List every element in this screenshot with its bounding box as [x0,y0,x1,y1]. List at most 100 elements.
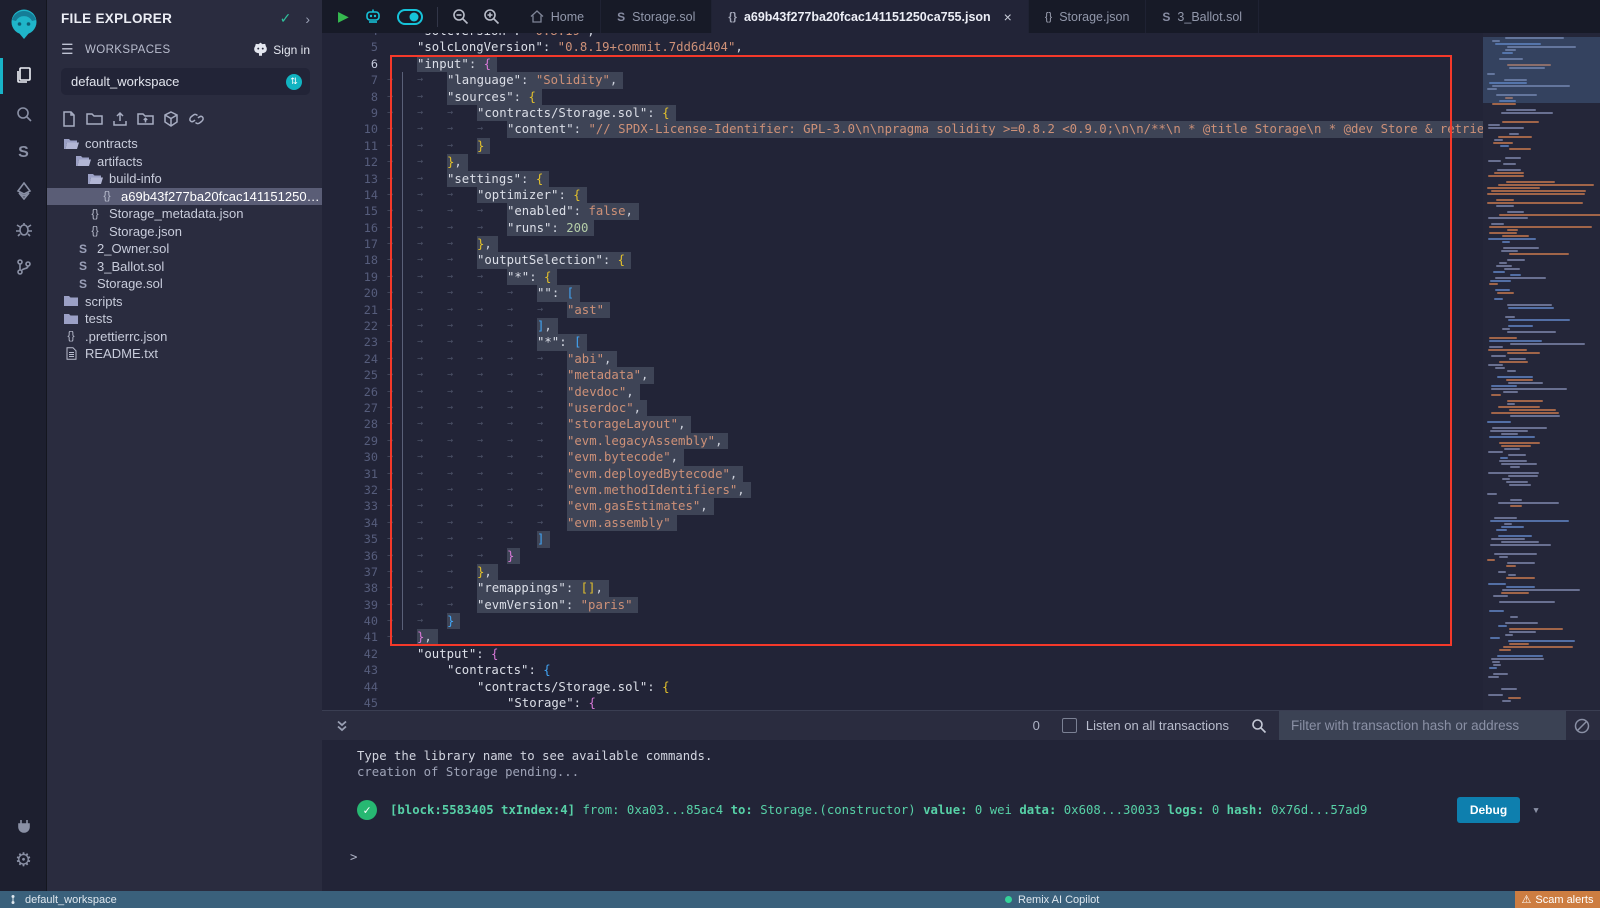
code-line[interactable]: 30→→→→→→"evm.bytecode", [322,449,1483,465]
code-line[interactable]: 14→→→"optimizer": { [322,187,1483,203]
code-line[interactable]: 45"Storage": { [322,695,1483,710]
sidebar-item-settings[interactable]: ⚙ [0,843,47,877]
upload-folder-icon[interactable] [137,111,154,127]
box-icon[interactable] [163,111,179,127]
code-line[interactable]: 40→→} [322,613,1483,629]
code-line[interactable]: 28→→→→→→"storageLayout", [322,416,1483,432]
code-line[interactable]: 35→→→→→] [322,531,1483,547]
code-line[interactable]: 37→→→}, [322,564,1483,580]
sidebar-item-plugin-manager[interactable] [0,809,47,843]
tab-home[interactable]: Home [514,0,601,33]
code-line[interactable]: 11→→→} [322,138,1483,154]
code-line[interactable]: 23→→→→→"*": [ [322,334,1483,350]
minimap-viewport[interactable] [1483,37,1600,103]
code-line[interactable]: 34→→→→→→"evm.assembly" [322,515,1483,531]
file-tree-item[interactable]: tests [47,310,322,328]
terminal-prompt[interactable]: > [350,850,357,864]
code-line[interactable]: 32→→→→→→"evm.methodIdentifiers", [322,482,1483,498]
tab-a69b43f277ba20fcac141151250ca755-json[interactable]: {}a69b43f277ba20fcac141151250ca755.json× [712,0,1028,33]
terminal-output[interactable]: Type the library name to see available c… [322,740,1600,891]
scam-alerts-button[interactable]: ⚠ Scam alerts [1515,891,1600,908]
listen-all-checkbox[interactable] [1062,718,1077,733]
code-line[interactable]: 33→→→→→→"evm.gasEstimates", [322,498,1483,514]
code-line[interactable]: 16→→→→"runs": 200 [322,220,1483,236]
tab-3-ballot-sol[interactable]: S3_Ballot.sol [1146,0,1259,33]
file-tree-item[interactable]: {}.prettierrc.json [47,328,322,346]
expand-tx-chevron-icon[interactable]: ▾ [1532,803,1540,818]
code-line[interactable]: 5"solcLongVersion": "0.8.19+commit.7dd6d… [322,39,1483,55]
code-line[interactable]: 27→→→→→→"userdoc", [322,400,1483,416]
hamburger-menu-icon[interactable]: ☰ [61,41,75,58]
workspace-selector[interactable]: default_workspace ⇅ [61,68,310,95]
code-line[interactable]: 25→→→→→→"metadata", [322,367,1483,383]
code-line[interactable]: 21→→→→→→"ast" [322,302,1483,318]
tab-storage-json[interactable]: {}Storage.json [1029,0,1147,33]
file-tree-item[interactable]: contracts [47,135,322,153]
code-line[interactable]: 10→→→→"content": "// SPDX-License-Identi… [322,121,1483,137]
sidebar-item-debugger[interactable] [0,212,47,246]
code-line[interactable]: 15→→→→"enabled": false, [322,203,1483,219]
file-tree-item[interactable]: scripts [47,293,322,311]
code-line[interactable]: 7→→"language": "Solidity", [322,72,1483,88]
sidebar-item-search[interactable] [0,97,47,131]
code-line[interactable]: 17→→→}, [322,236,1483,252]
file-tree-item[interactable]: artifacts [47,153,322,171]
clear-console-icon[interactable] [1570,718,1594,734]
file-tree-item[interactable]: {}Storage.json [47,223,322,241]
code-line[interactable]: 44"contracts/Storage.sol": { [322,679,1483,695]
code-line[interactable]: 29→→→→→→"evm.legacyAssembly", [322,433,1483,449]
minimap[interactable] [1483,33,1600,710]
zoom-out-icon[interactable] [452,8,469,25]
sidebar-item-file-explorer[interactable] [0,58,47,92]
copilot-toggle[interactable] [397,9,423,25]
file-tree-item[interactable]: README.txt [47,345,322,363]
code-line[interactable]: 20→→→→→"": [ [322,285,1483,301]
sign-in-button[interactable]: Sign in [253,42,310,57]
code-line[interactable]: 13→→"settings": { [322,171,1483,187]
new-file-icon[interactable] [61,111,77,127]
transaction-filter-input[interactable] [1279,711,1566,741]
remix-logo-icon[interactable] [6,6,42,42]
run-script-button[interactable]: ▶ [338,8,349,25]
file-tree-item[interactable]: SStorage.sol [47,275,322,293]
sidebar-item-deploy-and-run[interactable] [0,174,47,208]
file-tree-item[interactable]: build-info [47,170,322,188]
ai-copilot-status[interactable]: Remix AI Copilot [1005,894,1099,906]
code-line[interactable]: 24→→→→→→"abi", [322,351,1483,367]
code-line[interactable]: 36→→→→} [322,548,1483,564]
chevron-right-icon[interactable]: › [305,11,310,27]
code-line[interactable]: 26→→→→→→"devdoc", [322,384,1483,400]
close-tab-icon[interactable]: × [1004,9,1012,25]
zoom-in-icon[interactable] [483,8,500,25]
code-line[interactable]: 9→→→"contracts/Storage.sol": { [322,105,1483,121]
code-editor[interactable]: 4"solcVersion": "0.8.19",5"solcLongVersi… [322,33,1600,710]
link-icon[interactable] [188,111,205,127]
code-line[interactable]: 39→→→"evmVersion": "paris" [322,597,1483,613]
listen-all-label[interactable]: Listen on all transactions [1086,718,1229,733]
collapse-terminal-icon[interactable] [335,719,349,733]
sidebar-item-solidity-compiler[interactable]: S [0,136,47,170]
file-tree-item[interactable]: S2_Owner.sol [47,240,322,258]
new-folder-icon[interactable] [86,111,103,127]
code-line[interactable]: 6"input": { [322,56,1483,72]
code-line[interactable]: 22→→→→→], [322,318,1483,334]
file-tree-item[interactable]: {}a69b43f277ba20fcac141151250ca7... [47,188,322,206]
code-line[interactable]: 19→→→→"*": { [322,269,1483,285]
upload-file-icon[interactable] [112,111,128,127]
code-line[interactable]: 43"contracts": { [322,662,1483,678]
code-line[interactable]: 42"output": { [322,646,1483,662]
file-tree-item[interactable]: {}Storage_metadata.json [47,205,322,223]
code-line[interactable]: 38→→→"remappings": [], [322,580,1483,596]
code-line[interactable]: 31→→→→→→"evm.deployedBytecode", [322,466,1483,482]
terminal-search-icon[interactable] [1251,718,1267,734]
code-line[interactable]: 8→→"sources": { [322,89,1483,105]
ai-assistant-icon[interactable] [363,8,383,26]
debug-button[interactable]: Debug [1457,797,1520,823]
file-tree-item[interactable]: S3_Ballot.sol [47,258,322,276]
code-line[interactable]: 41→}, [322,629,1483,645]
sidebar-item-git[interactable] [0,250,47,284]
code-line[interactable]: 12→→}, [322,154,1483,170]
code-line[interactable]: 18→→→"outputSelection": { [322,252,1483,268]
tab-storage-sol[interactable]: SStorage.sol [601,0,712,33]
workspace-status[interactable]: default_workspace [10,894,117,906]
